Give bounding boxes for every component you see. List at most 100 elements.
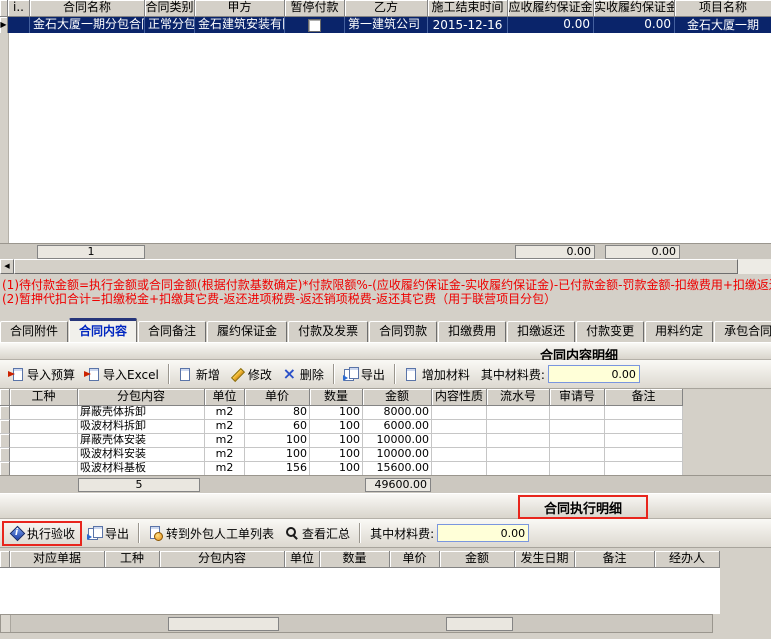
contracts-summary-band: 1 0.00 0.00	[0, 243, 771, 260]
delete-x-icon	[282, 367, 297, 381]
content-section-bar: 合同内容明细	[0, 342, 771, 360]
accept-execution-button[interactable]: 执行验收	[4, 523, 80, 544]
col-party-a[interactable]: 甲方	[195, 0, 285, 17]
execution-table-header: 对应单据 工种 分包内容 单位 数量 单价 金额 发生日期 备注 经办人	[0, 551, 720, 568]
tab-contract-receipts[interactable]: 承包合同收款	[714, 321, 771, 342]
contracts-grid-empty-area	[0, 33, 771, 243]
accept-diamond-icon	[9, 526, 24, 540]
scrollbar-thumb[interactable]	[14, 259, 738, 274]
cell-content: 吸波材料安装	[78, 448, 205, 462]
pause-payment-checkbox[interactable]	[308, 19, 321, 32]
tab-payment-invoice[interactable]: 付款及发票	[288, 321, 368, 342]
toolbar-separator	[138, 523, 139, 543]
add-button[interactable]: 新增	[173, 364, 225, 385]
col-request-no[interactable]: 审请号	[550, 389, 605, 406]
cell-content: 屏蔽壳体安装	[78, 434, 205, 448]
col-quantity[interactable]: 数量	[320, 551, 390, 568]
col-received-deposit[interactable]: 实收履约保证金	[594, 0, 675, 17]
detail-tabs: 合同附件 合同内容 合同备注 履约保证金 付款及发票 合同罚款 扣缴费用 扣缴返…	[0, 318, 771, 342]
col-related-doc[interactable]: 对应单据	[10, 551, 105, 568]
cell-qty: 100	[310, 448, 363, 462]
scroll-left-icon[interactable]: ◀	[0, 259, 14, 274]
tab-payment-changes[interactable]: 付款变更	[576, 321, 644, 342]
receivable-deposit-total: 0.00	[515, 245, 595, 259]
export-button[interactable]: 导出	[338, 364, 390, 385]
export-execution-button[interactable]: 导出	[82, 523, 134, 544]
col-quantity[interactable]: 数量	[310, 389, 363, 406]
col-amount[interactable]: 金额	[363, 389, 432, 406]
content-row-2[interactable]: 吸波材料拆卸 m2 60 100 6000.00	[0, 420, 683, 434]
export-icon	[87, 526, 102, 540]
tab-contract-attachments[interactable]: 合同附件	[0, 321, 68, 342]
col-occur-date[interactable]: 发生日期	[515, 551, 575, 568]
col-flag[interactable]: i..	[8, 0, 30, 17]
col-unit-price[interactable]: 单价	[245, 389, 310, 406]
tab-contract-penalty[interactable]: 合同罚款	[369, 321, 437, 342]
cell-contract-type: 正常分包	[145, 17, 195, 33]
col-unit[interactable]: 单位	[285, 551, 320, 568]
col-end-date[interactable]: 施工结束时间	[428, 0, 508, 17]
content-row-5-clipped[interactable]: 吸波材料基板 m2 156 100 15600.00	[0, 462, 683, 475]
tab-withheld-fees[interactable]: 扣缴费用	[438, 321, 506, 342]
cell-unit: m2	[205, 448, 245, 462]
content-row-1[interactable]: 屏蔽壳体拆卸 m2 80 100 8000.00	[0, 406, 683, 420]
execution-material-fee-input[interactable]	[437, 524, 529, 542]
document-clock-icon	[148, 526, 163, 540]
col-serial-no[interactable]: 流水号	[487, 389, 550, 406]
col-content-nature[interactable]: 内容性质	[432, 389, 487, 406]
content-row-4[interactable]: 吸波材料安装 m2 100 100 10000.00	[0, 448, 683, 462]
col-unit[interactable]: 单位	[205, 389, 245, 406]
cell-unit: m2	[205, 420, 245, 434]
col-party-b[interactable]: 乙方	[345, 0, 428, 17]
import-budget-button[interactable]: 导入预算	[4, 364, 80, 385]
col-subcontract-content[interactable]: 分包内容	[160, 551, 285, 568]
material-fee-input[interactable]	[548, 365, 640, 383]
col-subcontract-content[interactable]: 分包内容	[78, 389, 205, 406]
col-remarks[interactable]: 备注	[575, 551, 655, 568]
add-material-button[interactable]: 增加材料	[399, 364, 475, 385]
content-table-header: 工种 分包内容 单位 单价 数量 金额 内容性质 流水号 审请号 备注	[0, 389, 683, 406]
tab-contract-notes[interactable]: 合同备注	[138, 321, 206, 342]
col-pause-payment[interactable]: 暂停付款	[285, 0, 345, 17]
col-project-name[interactable]: 项目名称	[675, 0, 771, 17]
accept-button-highlight: 执行验收	[2, 521, 82, 546]
execution-summary-box-1	[168, 617, 279, 631]
tab-performance-deposit[interactable]: 履约保证金	[207, 321, 287, 342]
tab-contract-content[interactable]: 合同内容	[69, 318, 137, 342]
execution-toolbar: 执行验收 导出 转到外包人工单列表 查看汇总 其中材料费:	[0, 519, 771, 548]
goto-outsourcing-list-button[interactable]: 转到外包人工单列表	[143, 523, 279, 544]
col-work-type[interactable]: 工种	[10, 389, 78, 406]
tab-withheld-returns[interactable]: 扣缴返还	[507, 321, 575, 342]
cell-end-date: 2015-12-16	[428, 17, 508, 33]
col-work-type[interactable]: 工种	[105, 551, 160, 568]
col-handler[interactable]: 经办人	[655, 551, 720, 568]
cell-flag	[8, 17, 30, 33]
import-excel-icon	[85, 367, 100, 381]
col-row-selector	[0, 551, 10, 568]
delete-button[interactable]: 删除	[277, 364, 329, 385]
col-contract-name[interactable]: 合同名称	[30, 0, 145, 17]
cell-unit: m2	[205, 406, 245, 420]
col-remarks[interactable]: 备注	[605, 389, 683, 406]
cell-content: 屏蔽壳体拆卸	[78, 406, 205, 420]
col-receivable-deposit[interactable]: 应收履约保证金	[508, 0, 594, 17]
execution-title-highlight: 合同执行明细	[518, 495, 648, 519]
view-summary-button[interactable]: 查看汇总	[279, 523, 355, 544]
cell-price: 60	[245, 420, 310, 434]
import-excel-button[interactable]: 导入Excel	[80, 364, 164, 385]
contracts-grid-header: i.. 合同名称 合同类别 甲方 暂停付款 乙方 施工结束时间 应收履约保证金 …	[0, 0, 771, 17]
edit-button[interactable]: 修改	[225, 364, 277, 385]
horizontal-scrollbar[interactable]: ◀	[0, 259, 771, 274]
col-amount[interactable]: 金额	[440, 551, 515, 568]
contract-row-selected[interactable]: ▶ 金石大厦一期分包合同 正常分包 金石建筑安装有限 第一建筑公司 2015-1…	[0, 17, 771, 33]
accept-label: 执行验收	[27, 525, 75, 542]
col-unit-price[interactable]: 单价	[390, 551, 440, 568]
toolbar-separator	[168, 364, 169, 384]
content-row-3[interactable]: 屏蔽壳体安装 m2 100 100 10000.00	[0, 434, 683, 448]
tab-material-agreement[interactable]: 用料约定	[645, 321, 713, 342]
col-contract-type[interactable]: 合同类别	[145, 0, 195, 17]
execution-section-bar: 合同执行明细	[0, 493, 771, 519]
new-document-icon	[178, 367, 193, 381]
execution-table-body	[0, 568, 720, 614]
toolbar-separator	[333, 364, 334, 384]
